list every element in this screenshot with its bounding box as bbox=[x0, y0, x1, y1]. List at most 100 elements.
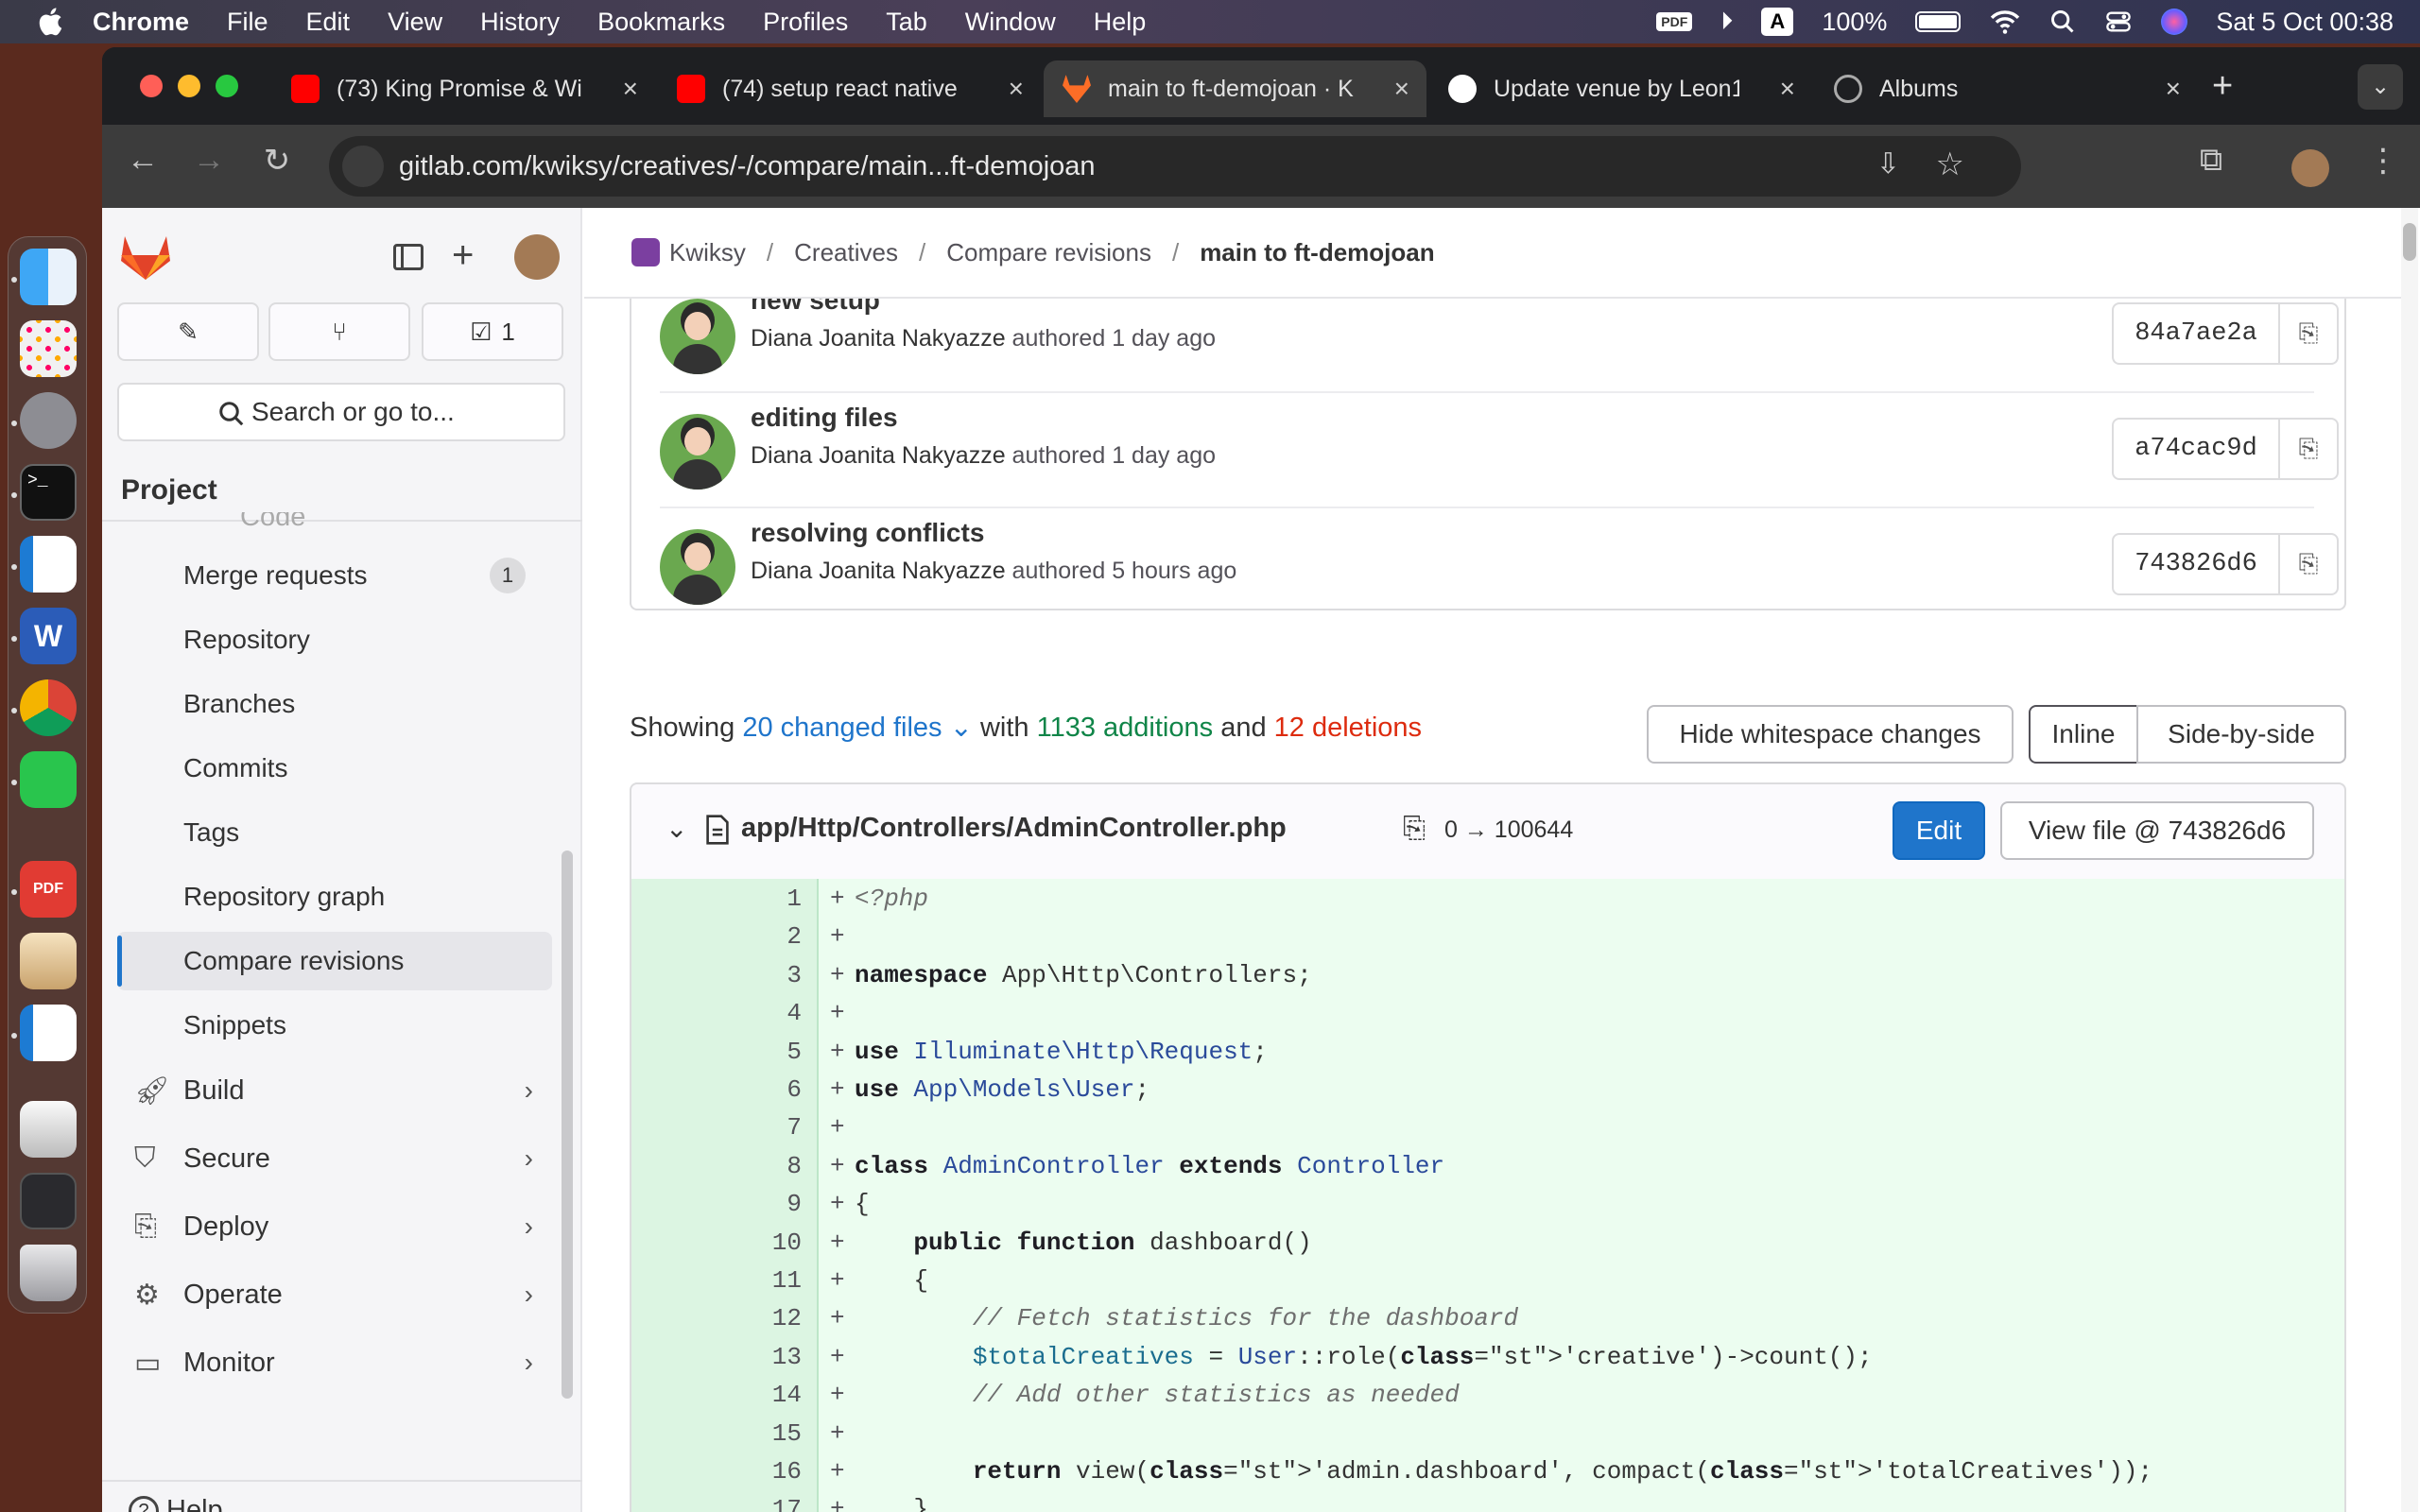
todos-button[interactable]: ☑ 1 bbox=[422, 302, 563, 361]
author-avatar[interactable] bbox=[660, 299, 735, 374]
breadcrumb-current[interactable]: main to ft-demojoan bbox=[1200, 238, 1434, 267]
menu-window[interactable]: Window bbox=[965, 8, 1056, 37]
menubar-clock[interactable]: Sat 5 Oct 00:38 bbox=[2216, 8, 2394, 37]
inline-view-button[interactable]: Inline bbox=[2029, 705, 2138, 764]
copy-sha-icon[interactable]: ⎘ bbox=[2280, 302, 2339, 365]
menu-view[interactable]: View bbox=[388, 8, 442, 37]
back-arrow-icon[interactable]: ← bbox=[119, 142, 166, 179]
apple-icon[interactable] bbox=[36, 6, 68, 38]
edit-file-button[interactable]: Edit bbox=[1893, 801, 1985, 860]
chrome-menu-icon[interactable]: ⋮ bbox=[2360, 142, 2407, 180]
installer-icon[interactable] bbox=[20, 1101, 77, 1158]
input-source-icon[interactable]: A bbox=[1761, 8, 1794, 36]
sidebar-group-monitor[interactable]: ▭ Monitor › bbox=[117, 1332, 552, 1393]
bookmark-star-icon[interactable]: ☆ bbox=[1936, 146, 1964, 183]
sidebar-group-build[interactable]: 🚀︎ Build › bbox=[117, 1060, 552, 1121]
line-number[interactable]: 13 bbox=[688, 1343, 802, 1371]
chrome-icon[interactable] bbox=[20, 679, 77, 736]
launchpad-icon[interactable] bbox=[20, 320, 77, 377]
extensions-icon[interactable]: ⧉ bbox=[2187, 142, 2235, 179]
commit-author[interactable]: Diana Joanita Nakyazze bbox=[751, 558, 1006, 584]
sidebar-group-deploy[interactable]: ⎘ Deploy › bbox=[117, 1196, 552, 1257]
siri-icon[interactable] bbox=[2161, 9, 2188, 35]
copy-sha-icon[interactable]: ⎘ bbox=[2280, 533, 2339, 595]
gitlab-logo[interactable] bbox=[119, 232, 172, 282]
line-number[interactable]: 6 bbox=[688, 1075, 802, 1104]
close-window-button[interactable] bbox=[140, 75, 163, 97]
tab-search-button[interactable]: ⌄ bbox=[2358, 64, 2403, 110]
breadcrumb-item-kwiksy[interactable]: Kwiksy bbox=[669, 238, 746, 267]
author-avatar[interactable] bbox=[660, 414, 735, 490]
file-path[interactable]: app/Http/Controllers/AdminController.php bbox=[741, 813, 1287, 844]
merge-requests-button[interactable]: ⑂ bbox=[268, 302, 410, 361]
sidebar-group-code-partial[interactable]: Code bbox=[240, 512, 305, 533]
spotlight-search-icon[interactable] bbox=[2049, 9, 2076, 35]
play-circle-icon[interactable]: ⏵ bbox=[1720, 7, 1733, 37]
issues-button[interactable]: ✎ bbox=[117, 302, 259, 361]
copy-path-icon[interactable]: ⎘ bbox=[1403, 813, 1426, 845]
commit-title[interactable]: editing files bbox=[751, 403, 898, 433]
sidebar-item-branches[interactable]: Branches bbox=[117, 675, 552, 733]
line-number[interactable]: 11 bbox=[688, 1266, 802, 1295]
line-number[interactable]: 5 bbox=[688, 1038, 802, 1066]
kwiksy-group-avatar[interactable] bbox=[631, 238, 660, 266]
zoom-window-button[interactable] bbox=[216, 75, 238, 97]
menu-bookmarks[interactable]: Bookmarks bbox=[597, 8, 725, 37]
line-number[interactable]: 14 bbox=[688, 1381, 802, 1409]
toggle-sidebar-icon[interactable] bbox=[393, 244, 424, 270]
line-number[interactable]: 17 bbox=[688, 1495, 802, 1512]
commit-sha[interactable]: 84a7ae2a bbox=[2112, 302, 2280, 365]
menu-history[interactable]: History bbox=[480, 8, 560, 37]
close-tab-icon[interactable]: × bbox=[1009, 74, 1024, 104]
window-thumbnail-icon[interactable] bbox=[20, 1173, 77, 1229]
menu-file[interactable]: File bbox=[227, 8, 268, 37]
breadcrumb-item-creatives[interactable]: Creatives bbox=[794, 238, 898, 267]
sidebar-item-repository-graph[interactable]: Repository graph bbox=[117, 868, 552, 926]
sidebar-item-merge-requests[interactable]: Merge requests 1 bbox=[117, 546, 552, 605]
close-tab-icon[interactable]: × bbox=[1780, 74, 1795, 104]
sidebar-group-secure[interactable]: ⛉ Secure › bbox=[117, 1128, 552, 1189]
sidebar-group-operate[interactable]: ⚙ Operate › bbox=[117, 1264, 552, 1325]
new-tab-button[interactable]: + bbox=[2212, 66, 2233, 107]
side-by-side-view-button[interactable]: Side-by-side bbox=[2136, 705, 2346, 764]
line-number[interactable]: 4 bbox=[688, 999, 802, 1027]
finder-icon[interactable] bbox=[20, 249, 77, 305]
vscode-icon[interactable] bbox=[20, 536, 77, 593]
archive-utility-icon[interactable] bbox=[20, 933, 77, 989]
search-or-go-to-button[interactable]: Search or go to... bbox=[117, 383, 565, 441]
tab-youtube-2[interactable]: (74) setup react native × bbox=[658, 60, 1041, 117]
tab-albums[interactable]: Albums × bbox=[1815, 60, 2198, 117]
close-tab-icon[interactable]: × bbox=[623, 74, 638, 104]
user-avatar[interactable] bbox=[514, 234, 560, 280]
line-number[interactable]: 2 bbox=[688, 922, 802, 951]
commit-title[interactable]: new setup bbox=[751, 299, 880, 316]
menu-profiles[interactable]: Profiles bbox=[763, 8, 848, 37]
hide-whitespace-button[interactable]: Hide whitespace changes bbox=[1647, 705, 2014, 764]
sidebar-item-tags[interactable]: Tags bbox=[117, 803, 552, 862]
reload-icon[interactable]: ↻ bbox=[253, 142, 301, 180]
sidebar-scrollbar[interactable] bbox=[562, 850, 573, 1399]
commit-author[interactable]: Diana Joanita Nakyazze bbox=[751, 442, 1006, 469]
collapse-file-chevron-icon[interactable]: ⌄ bbox=[666, 813, 687, 844]
trash-icon[interactable] bbox=[20, 1245, 77, 1301]
line-number[interactable]: 3 bbox=[688, 961, 802, 989]
line-number[interactable]: 15 bbox=[688, 1419, 802, 1448]
create-new-icon[interactable]: + bbox=[452, 234, 474, 277]
changed-files-dropdown[interactable]: 20 changed files ⌄ bbox=[742, 713, 973, 743]
vscode-icon-2[interactable] bbox=[20, 1005, 77, 1061]
commit-sha[interactable]: 743826d6 bbox=[2112, 533, 2280, 595]
tab-gitlab-active[interactable]: main to ft-demojoan · K × bbox=[1044, 60, 1426, 117]
site-info-icon[interactable] bbox=[342, 146, 384, 187]
terminal-icon[interactable]: >_ bbox=[20, 464, 77, 521]
sidebar-item-repository[interactable]: Repository bbox=[117, 610, 552, 669]
breadcrumb-item-compare[interactable]: Compare revisions bbox=[946, 238, 1151, 267]
tab-github[interactable]: Update venue by Leon1 × bbox=[1429, 60, 1812, 117]
sidebar-item-commits[interactable]: Commits bbox=[117, 739, 552, 798]
pdf-app-icon[interactable]: PDF bbox=[20, 861, 77, 918]
line-number[interactable]: 12 bbox=[688, 1304, 802, 1332]
forward-arrow-icon[interactable]: → bbox=[185, 142, 233, 179]
page-scrollbar-thumb[interactable] bbox=[2403, 223, 2416, 261]
profile-avatar[interactable] bbox=[2291, 149, 2329, 187]
line-number[interactable]: 1 bbox=[688, 885, 802, 913]
help-button[interactable]: ? Help bbox=[129, 1495, 223, 1512]
